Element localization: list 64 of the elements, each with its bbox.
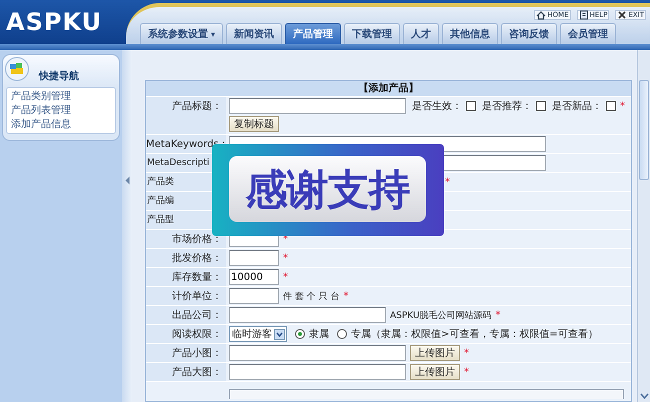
field-label: 阅读权限： bbox=[146, 325, 226, 343]
scroll-thumb[interactable] bbox=[639, 80, 649, 180]
required-mark: * bbox=[464, 366, 469, 378]
sidebar-link[interactable]: 添加产品信息 bbox=[11, 118, 111, 131]
scroll-down-icon bbox=[640, 393, 648, 399]
required-mark: * bbox=[620, 100, 625, 112]
field-label: 批发价格： bbox=[146, 249, 226, 267]
required-mark: * bbox=[464, 348, 469, 358]
panel-title: 快捷导航 bbox=[38, 69, 79, 83]
close-icon bbox=[617, 10, 628, 20]
checkbox[interactable] bbox=[606, 101, 616, 111]
nav-tab[interactable]: 其他信息 bbox=[442, 23, 498, 44]
hint-text: 件 套 个 只 台 bbox=[283, 290, 340, 302]
blocks-icon bbox=[5, 57, 29, 81]
input-field[interactable] bbox=[229, 345, 406, 361]
input-field[interactable] bbox=[229, 364, 406, 380]
sidebar-link[interactable]: 产品类别管理 bbox=[11, 90, 111, 103]
field-label: 市场价格： bbox=[146, 230, 226, 248]
dropdown[interactable]: 临时游客 bbox=[229, 326, 287, 342]
banner-text: 感谢支持 bbox=[229, 156, 426, 222]
upload-button[interactable]: 上传图片 bbox=[410, 364, 460, 380]
required-mark: * bbox=[496, 310, 501, 320]
upload-button[interactable]: 上传图片 bbox=[410, 345, 460, 361]
checkbox[interactable] bbox=[536, 101, 546, 111]
sidebar-link[interactable]: 产品列表管理 bbox=[11, 104, 111, 117]
checkbox[interactable] bbox=[466, 101, 476, 111]
field-label: 产品标题： bbox=[146, 97, 226, 134]
nav-tab[interactable]: 新闻资讯 bbox=[226, 23, 282, 44]
form-title: 【添加产品】 bbox=[146, 81, 631, 96]
document-icon bbox=[578, 10, 589, 20]
hint-text: ASPKU脱毛公司网站源码 bbox=[390, 310, 492, 322]
collapse-arrow-icon bbox=[124, 176, 130, 185]
checkbox-label: 是否新品： bbox=[552, 100, 602, 113]
field-label: 产品小图： bbox=[146, 344, 226, 362]
field-label: 出品公司： bbox=[146, 306, 226, 324]
input-field[interactable] bbox=[229, 98, 406, 114]
required-mark: * bbox=[445, 176, 450, 188]
field-label: 库存数量： bbox=[146, 268, 226, 286]
required-mark: * bbox=[343, 290, 348, 302]
field-label: 计价单位： bbox=[146, 287, 226, 305]
nav-tab[interactable]: 会员管理 bbox=[560, 23, 616, 44]
nav-tab[interactable]: 产品管理 bbox=[285, 23, 342, 44]
nav-tab[interactable]: 人才 bbox=[403, 23, 440, 44]
radio-button[interactable] bbox=[337, 329, 347, 339]
logo: ASPKU bbox=[5, 7, 104, 38]
scrollbar[interactable] bbox=[637, 50, 650, 402]
copy-title-button[interactable]: 复制标题 bbox=[229, 116, 279, 132]
text-area[interactable] bbox=[229, 389, 624, 399]
checkbox-label: 是否生效： bbox=[412, 100, 462, 113]
field-label: 产品大图： bbox=[146, 363, 226, 381]
input-field[interactable] bbox=[229, 288, 279, 304]
radio-button[interactable] bbox=[295, 329, 305, 339]
nav-tab[interactable]: 系统参数设置 ▾ bbox=[140, 23, 224, 44]
nav-tab[interactable]: 咨询反馈 bbox=[501, 23, 558, 44]
radio-label: 专属（隶属：权限值>可查看，专属：权限值=可查看） bbox=[351, 328, 598, 341]
required-mark: * bbox=[283, 272, 288, 282]
input-field[interactable]: 10000 bbox=[229, 269, 279, 285]
input-field[interactable] bbox=[229, 250, 279, 266]
input-field[interactable] bbox=[229, 307, 386, 323]
nav-tab[interactable]: 下载管理 bbox=[344, 23, 400, 44]
home-icon bbox=[536, 10, 546, 20]
radio-label: 隶属 bbox=[309, 328, 329, 341]
checkbox-label: 是否推荐： bbox=[482, 100, 532, 113]
required-mark: * bbox=[283, 252, 288, 264]
